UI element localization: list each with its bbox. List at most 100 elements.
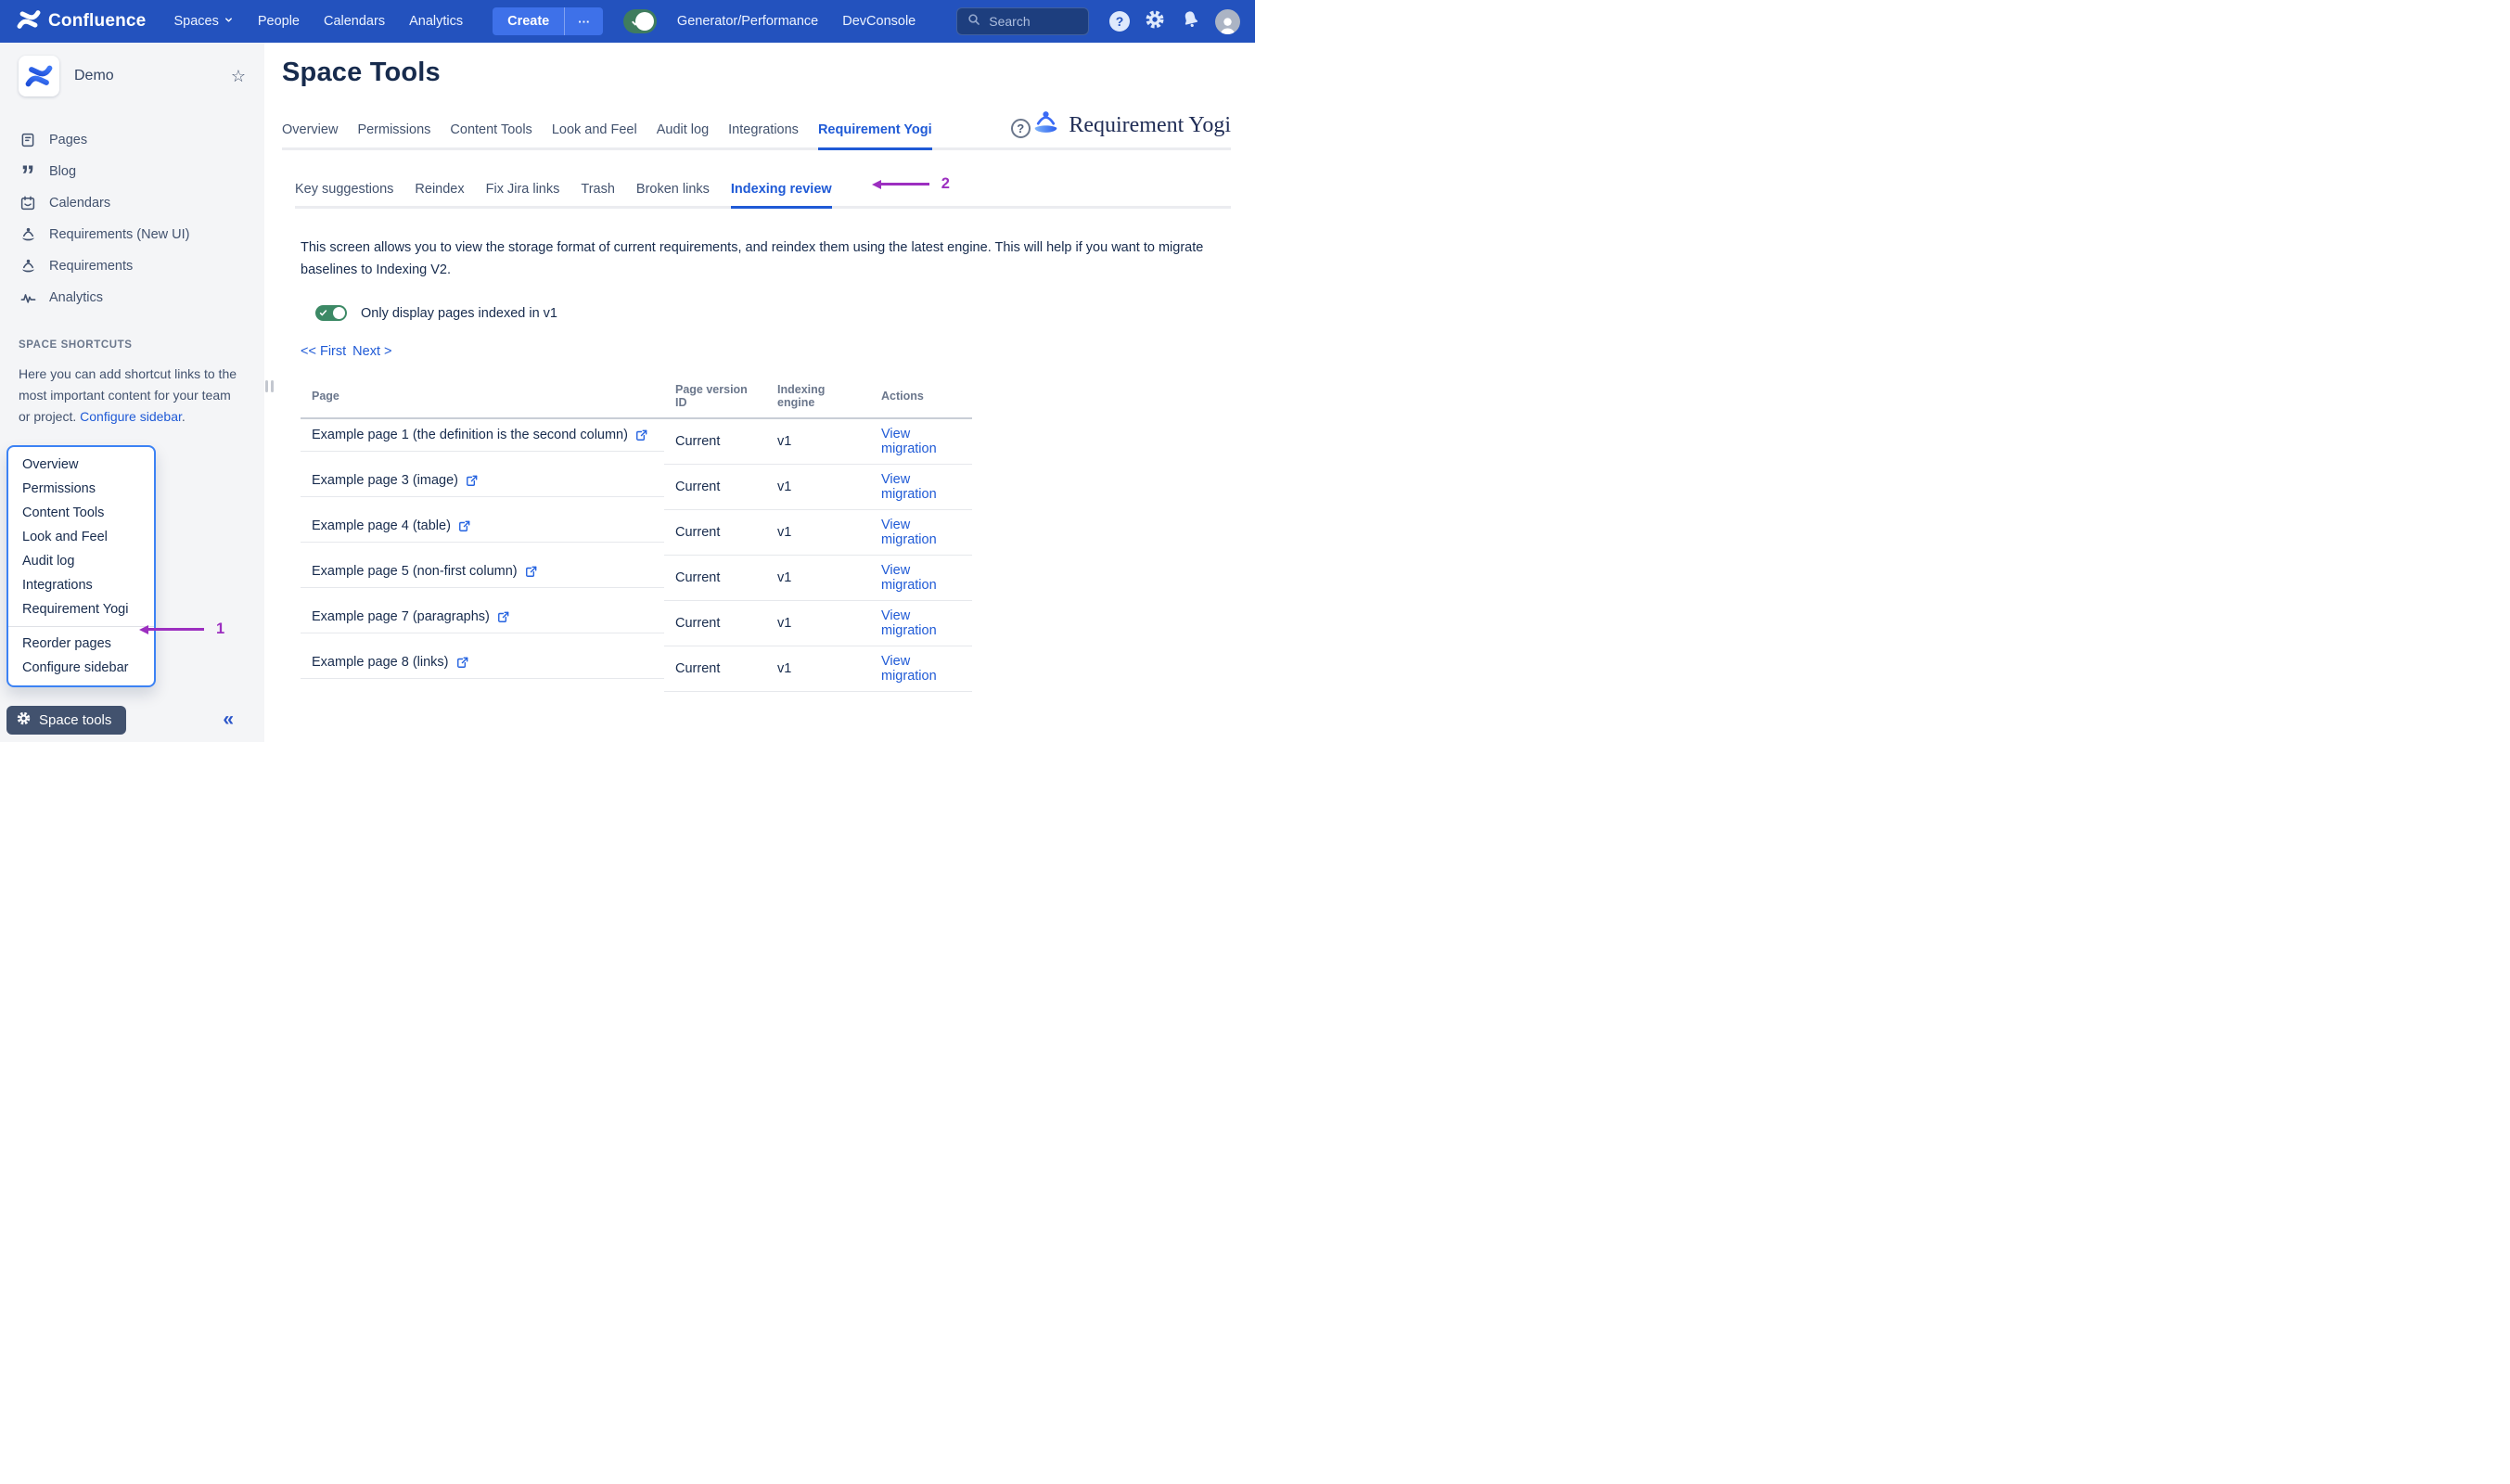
help-icon[interactable]: ?	[1109, 11, 1130, 32]
nav-item-calendars[interactable]: Calendars	[324, 14, 385, 29]
confluence-brand[interactable]: Confluence	[17, 7, 146, 36]
tab-requirement-yogi[interactable]: Requirement Yogi	[818, 122, 932, 150]
screen-description: This screen allows you to view the stora…	[301, 237, 1214, 281]
sidebar-item-pages[interactable]: Pages	[19, 124, 251, 156]
table-header-row: Page Page version ID Indexing engine Act…	[301, 377, 972, 418]
menu-item-audit-log[interactable]: Audit log	[8, 549, 154, 573]
indexing-engine-cell: v1	[766, 646, 870, 692]
external-link-icon[interactable]	[456, 656, 469, 669]
external-link-icon[interactable]	[458, 519, 471, 532]
help-circle-icon[interactable]: ?	[1011, 119, 1031, 138]
nav-item-generator-performance[interactable]: Generator/Performance	[677, 14, 818, 29]
tab-look-and-feel[interactable]: Look and Feel	[552, 122, 637, 150]
menu-item-configure-sidebar[interactable]: Configure sidebar	[8, 656, 154, 680]
tab-audit-log[interactable]: Audit log	[657, 122, 709, 150]
create-more-button[interactable]: ···	[564, 7, 603, 35]
subtab-indexing-review[interactable]: Indexing review	[731, 182, 832, 209]
nav-item-spaces[interactable]: Spaces	[173, 14, 233, 29]
tab-integrations[interactable]: Integrations	[728, 122, 799, 150]
subtab-fix-jira-links[interactable]: Fix Jira links	[486, 182, 560, 209]
menu-item-content-tools[interactable]: Content Tools	[8, 501, 154, 525]
v1-filter-row: Only display pages indexed in v1	[315, 305, 1231, 321]
arrow-left-icon	[872, 180, 881, 189]
star-icon[interactable]: ☆	[231, 67, 246, 86]
pagination-next-link[interactable]: Next >	[352, 344, 391, 359]
indexing-engine-cell: v1	[766, 418, 870, 465]
subtab-trash[interactable]: Trash	[581, 182, 615, 209]
space-shortcuts-heading: SPACE SHORTCUTS	[19, 339, 251, 351]
sidebar-item-requirements-new-ui[interactable]: Requirements (New UI)	[19, 219, 251, 250]
sidebar-item-analytics[interactable]: Analytics	[19, 282, 251, 313]
sidebar-resize-handle[interactable]	[265, 380, 274, 392]
sidebar-item-label: Requirements (New UI)	[49, 227, 190, 242]
menu-item-reorder-pages[interactable]: Reorder pages	[8, 632, 154, 656]
menu-item-look-and-feel[interactable]: Look and Feel	[8, 525, 154, 549]
indexing-engine-cell: v1	[766, 465, 870, 510]
annotation-number-1: 1	[216, 620, 224, 638]
view-migration-link[interactable]: View migration	[881, 427, 937, 456]
nav-item-people[interactable]: People	[258, 14, 300, 29]
search-icon	[967, 12, 981, 32]
tab-content-tools[interactable]: Content Tools	[450, 122, 531, 150]
search-box[interactable]	[956, 7, 1089, 35]
user-avatar[interactable]	[1215, 9, 1240, 34]
ellipsis-icon: ···	[578, 15, 590, 29]
sidebar-item-calendars[interactable]: Calendars	[19, 187, 251, 219]
menu-item-overview[interactable]: Overview	[8, 453, 154, 477]
notification-bell-icon[interactable]	[1180, 8, 1201, 34]
space-tools-button[interactable]: Space tools	[6, 706, 126, 735]
nav-item-analytics[interactable]: Analytics	[409, 14, 463, 29]
external-link-icon[interactable]	[635, 429, 648, 441]
collapse-sidebar-icon[interactable]: «	[223, 709, 233, 731]
yogi-icon	[19, 258, 37, 275]
tab-permissions[interactable]: Permissions	[357, 122, 430, 150]
v1-filter-toggle-on[interactable]	[315, 305, 347, 321]
toggle-knob	[333, 307, 345, 319]
space-logo[interactable]	[19, 56, 59, 96]
brand-name: Confluence	[48, 11, 146, 32]
gear-icon	[16, 710, 32, 730]
pagination: << First Next >	[301, 344, 1231, 359]
external-link-icon[interactable]	[466, 474, 479, 487]
page-title-cell: Example page 5 (non-first column)	[312, 564, 518, 579]
configure-sidebar-link[interactable]: Configure sidebar	[80, 409, 182, 424]
sidebar-item-blog[interactable]: ” Blog	[19, 156, 251, 187]
menu-item-permissions[interactable]: Permissions	[8, 477, 154, 501]
space-tools-tabs: Overview Permissions Content Tools Look …	[282, 109, 1231, 150]
arrow-line	[148, 628, 204, 631]
space-tools-popup-menu: Overview Permissions Content Tools Look …	[6, 445, 156, 687]
page-title: Space Tools	[282, 58, 1231, 88]
menu-item-requirement-yogi[interactable]: Requirement Yogi	[8, 597, 154, 621]
sidebar-item-requirements[interactable]: Requirements	[19, 250, 251, 282]
view-migration-link[interactable]: View migration	[881, 654, 937, 684]
sidebar-item-label: Blog	[49, 164, 76, 179]
create-button[interactable]: Create	[493, 7, 564, 35]
external-link-icon[interactable]	[525, 565, 538, 578]
checkmark-icon	[319, 309, 327, 317]
subtab-key-suggestions[interactable]: Key suggestions	[295, 182, 393, 209]
tab-overview[interactable]: Overview	[282, 122, 338, 150]
view-migration-link[interactable]: View migration	[881, 518, 937, 547]
sidebar-item-label: Requirements	[49, 259, 133, 274]
subtab-reindex[interactable]: Reindex	[415, 182, 464, 209]
page-version-cell: Current	[664, 510, 766, 556]
menu-item-integrations[interactable]: Integrations	[8, 573, 154, 597]
search-input[interactable]	[989, 14, 1079, 29]
space-name[interactable]: Demo	[74, 68, 114, 84]
page-version-cell: Current	[664, 646, 766, 692]
navbar-toggle-on[interactable]	[623, 9, 657, 33]
view-migration-link[interactable]: View migration	[881, 472, 937, 502]
blog-quote-icon: ”	[19, 162, 37, 181]
nav-item-devconsole[interactable]: DevConsole	[842, 14, 916, 29]
page-title-cell: Example page 3 (image)	[312, 473, 458, 488]
pagination-first-link[interactable]: << First	[301, 344, 346, 359]
subtab-broken-links[interactable]: Broken links	[636, 182, 710, 209]
gear-icon[interactable]	[1144, 8, 1166, 35]
shortcuts-text-period: .	[182, 409, 186, 424]
view-migration-link[interactable]: View migration	[881, 563, 937, 593]
external-link-icon[interactable]	[497, 610, 510, 623]
view-migration-link[interactable]: View migration	[881, 608, 937, 638]
table-row: Example page 4 (table) Current v1 View m…	[301, 510, 972, 556]
indexing-engine-cell: v1	[766, 601, 870, 646]
arrow-line	[881, 183, 929, 186]
